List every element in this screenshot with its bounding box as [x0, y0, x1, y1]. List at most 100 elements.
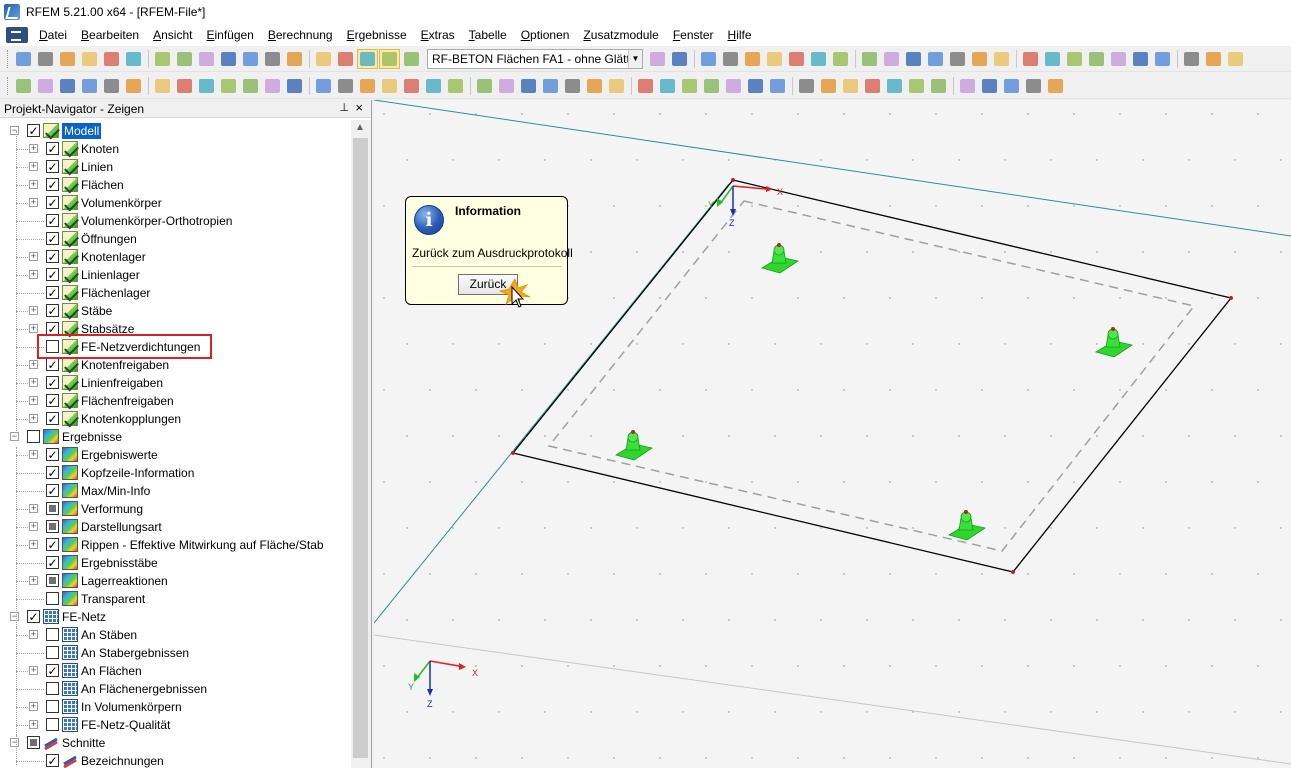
toolbar1-button-6[interactable]	[123, 49, 144, 69]
tree-checkbox[interactable]	[46, 448, 59, 461]
tree-checkbox[interactable]	[46, 574, 59, 587]
toolbar2-button-8[interactable]	[174, 76, 195, 96]
toolbar2-button-26[interactable]	[584, 76, 605, 96]
toolbar1-button-40[interactable]	[1130, 49, 1151, 69]
toolbar2-button-11[interactable]	[240, 76, 261, 96]
toolbar1-button-37[interactable]	[1064, 49, 1085, 69]
scrollbar-thumb[interactable]	[353, 138, 368, 758]
tree-checkbox[interactable]	[46, 286, 59, 299]
tree-item[interactable]: + Knotenkopplungen	[0, 410, 350, 428]
expand-icon[interactable]: +	[29, 522, 38, 531]
toolbar1-button-28[interactable]	[859, 49, 880, 69]
tree-item[interactable]: + Lagerreaktionen	[0, 572, 350, 590]
menu-datei[interactable]: Datei	[32, 24, 74, 46]
toolbar1-button-20[interactable]	[669, 49, 690, 69]
menu-ergebnisse[interactable]: Ergebnisse	[340, 24, 414, 46]
tree-item[interactable]: + Knoten	[0, 140, 350, 158]
toolbar1-button-26[interactable]	[808, 49, 829, 69]
toolbar1-button-38[interactable]	[1086, 49, 1107, 69]
expand-icon[interactable]: +	[29, 702, 38, 711]
expand-icon[interactable]: +	[29, 576, 38, 585]
tree-checkbox[interactable]	[46, 682, 59, 695]
menu-zusatzmodule[interactable]: Zusatzmodule	[576, 24, 665, 46]
toolbar2-button-28[interactable]	[635, 76, 656, 96]
tree-checkbox[interactable]	[46, 160, 59, 173]
tree-checkbox[interactable]	[46, 646, 59, 659]
tree-item[interactable]: − FE-Netz	[0, 608, 350, 626]
toolbar2-button-43[interactable]	[979, 76, 1000, 96]
expand-icon[interactable]: +	[29, 198, 38, 207]
collapse-icon[interactable]: −	[10, 432, 19, 441]
toolbar1-button-8[interactable]	[174, 49, 195, 69]
tree-checkbox[interactable]	[46, 484, 59, 497]
expand-icon[interactable]: +	[29, 252, 38, 261]
toolbar2-button-2[interactable]	[35, 76, 56, 96]
toolbar2-button-12[interactable]	[262, 76, 283, 96]
toolbar2-button-13[interactable]	[284, 76, 305, 96]
toolbar1-button-5[interactable]	[101, 49, 122, 69]
tree-item[interactable]: + FE-Netz-Qualität	[0, 716, 350, 734]
tree-item[interactable]: Kopfzeile-Information	[0, 464, 350, 482]
tree-item[interactable]: + Linien	[0, 158, 350, 176]
toolbar1-button-33[interactable]	[969, 49, 990, 69]
expand-icon[interactable]: +	[29, 630, 38, 639]
tree-checkbox[interactable]	[46, 304, 59, 317]
toolbar2-button-7[interactable]	[152, 76, 173, 96]
toolbar1-button-27[interactable]	[830, 49, 851, 69]
toolbar2-button-5[interactable]	[101, 76, 122, 96]
toolbar1-button-14[interactable]	[313, 49, 334, 69]
tree-item[interactable]: An Stabergebnissen	[0, 644, 350, 662]
toolbar2-button-24[interactable]	[540, 76, 561, 96]
toolbar2-button-44[interactable]	[1001, 76, 1022, 96]
menu-fenster[interactable]: Fenster	[666, 24, 721, 46]
expand-icon[interactable]: +	[29, 540, 38, 549]
toolbar2-button-40[interactable]	[906, 76, 927, 96]
toolbar2-button-21[interactable]	[474, 76, 495, 96]
tree-checkbox[interactable]	[27, 430, 40, 443]
toolbar2-button-42[interactable]	[957, 76, 978, 96]
toolbar2-button-10[interactable]	[218, 76, 239, 96]
expand-icon[interactable]: +	[29, 504, 38, 513]
tree-checkbox[interactable]	[46, 466, 59, 479]
menu-optionen[interactable]: Optionen	[514, 24, 577, 46]
toolbar1-button-10[interactable]	[218, 49, 239, 69]
close-icon[interactable]: ×	[355, 100, 363, 115]
toolbar2-button-20[interactable]	[445, 76, 466, 96]
tree-item[interactable]: + Rippen - Effektive Mitwirkung auf Fläch…	[0, 536, 350, 554]
toolbar1-button-35[interactable]	[1020, 49, 1041, 69]
expand-icon[interactable]: +	[29, 666, 38, 675]
toolbar1-button-21[interactable]	[698, 49, 719, 69]
tree-item[interactable]: + An Stäben	[0, 626, 350, 644]
tree-item[interactable]: − Schnitte	[0, 734, 350, 752]
menu-hilfe[interactable]: Hilfe	[721, 24, 759, 46]
tree-checkbox[interactable]	[46, 394, 59, 407]
tree-item[interactable]: + Flächen	[0, 176, 350, 194]
expand-icon[interactable]: +	[29, 180, 38, 189]
toolbar2-button-39[interactable]	[884, 76, 905, 96]
tree-item[interactable]: Transparent	[0, 590, 350, 608]
toolbar1-button-31[interactable]	[925, 49, 946, 69]
toolbar1-button-25[interactable]	[786, 49, 807, 69]
toolbar2-button-6[interactable]	[123, 76, 144, 96]
toolbar2-button-19[interactable]	[423, 76, 444, 96]
toolbar1-button-7[interactable]	[152, 49, 173, 69]
toolbar1-button-16[interactable]	[357, 48, 378, 69]
tree-checkbox[interactable]	[46, 628, 59, 641]
tree-checkbox[interactable]	[46, 700, 59, 713]
tree-item[interactable]: + Volumenkörper	[0, 194, 350, 212]
collapse-icon[interactable]: −	[10, 126, 19, 135]
tree-item[interactable]: + Ergebniswerte	[0, 446, 350, 464]
toolbar2-button-46[interactable]	[1045, 76, 1066, 96]
tree-checkbox[interactable]	[46, 214, 59, 227]
toolbar2-button-35[interactable]	[796, 76, 817, 96]
expand-icon[interactable]: +	[29, 270, 38, 279]
tree-item[interactable]: + Darstellungsart	[0, 518, 350, 536]
tree-item[interactable]: Volumenkörper-Orthotropien	[0, 212, 350, 230]
navigator-scrollbar[interactable]: ▲	[351, 120, 371, 768]
toolbar1-button-43[interactable]	[1203, 49, 1224, 69]
menu-tabelle[interactable]: Tabelle	[462, 24, 514, 46]
toolbar2-button-4[interactable]	[79, 76, 100, 96]
toolbar1-button-36[interactable]	[1042, 49, 1063, 69]
tree-item[interactable]: Max/Min-Info	[0, 482, 350, 500]
document-icon[interactable]	[6, 27, 28, 43]
